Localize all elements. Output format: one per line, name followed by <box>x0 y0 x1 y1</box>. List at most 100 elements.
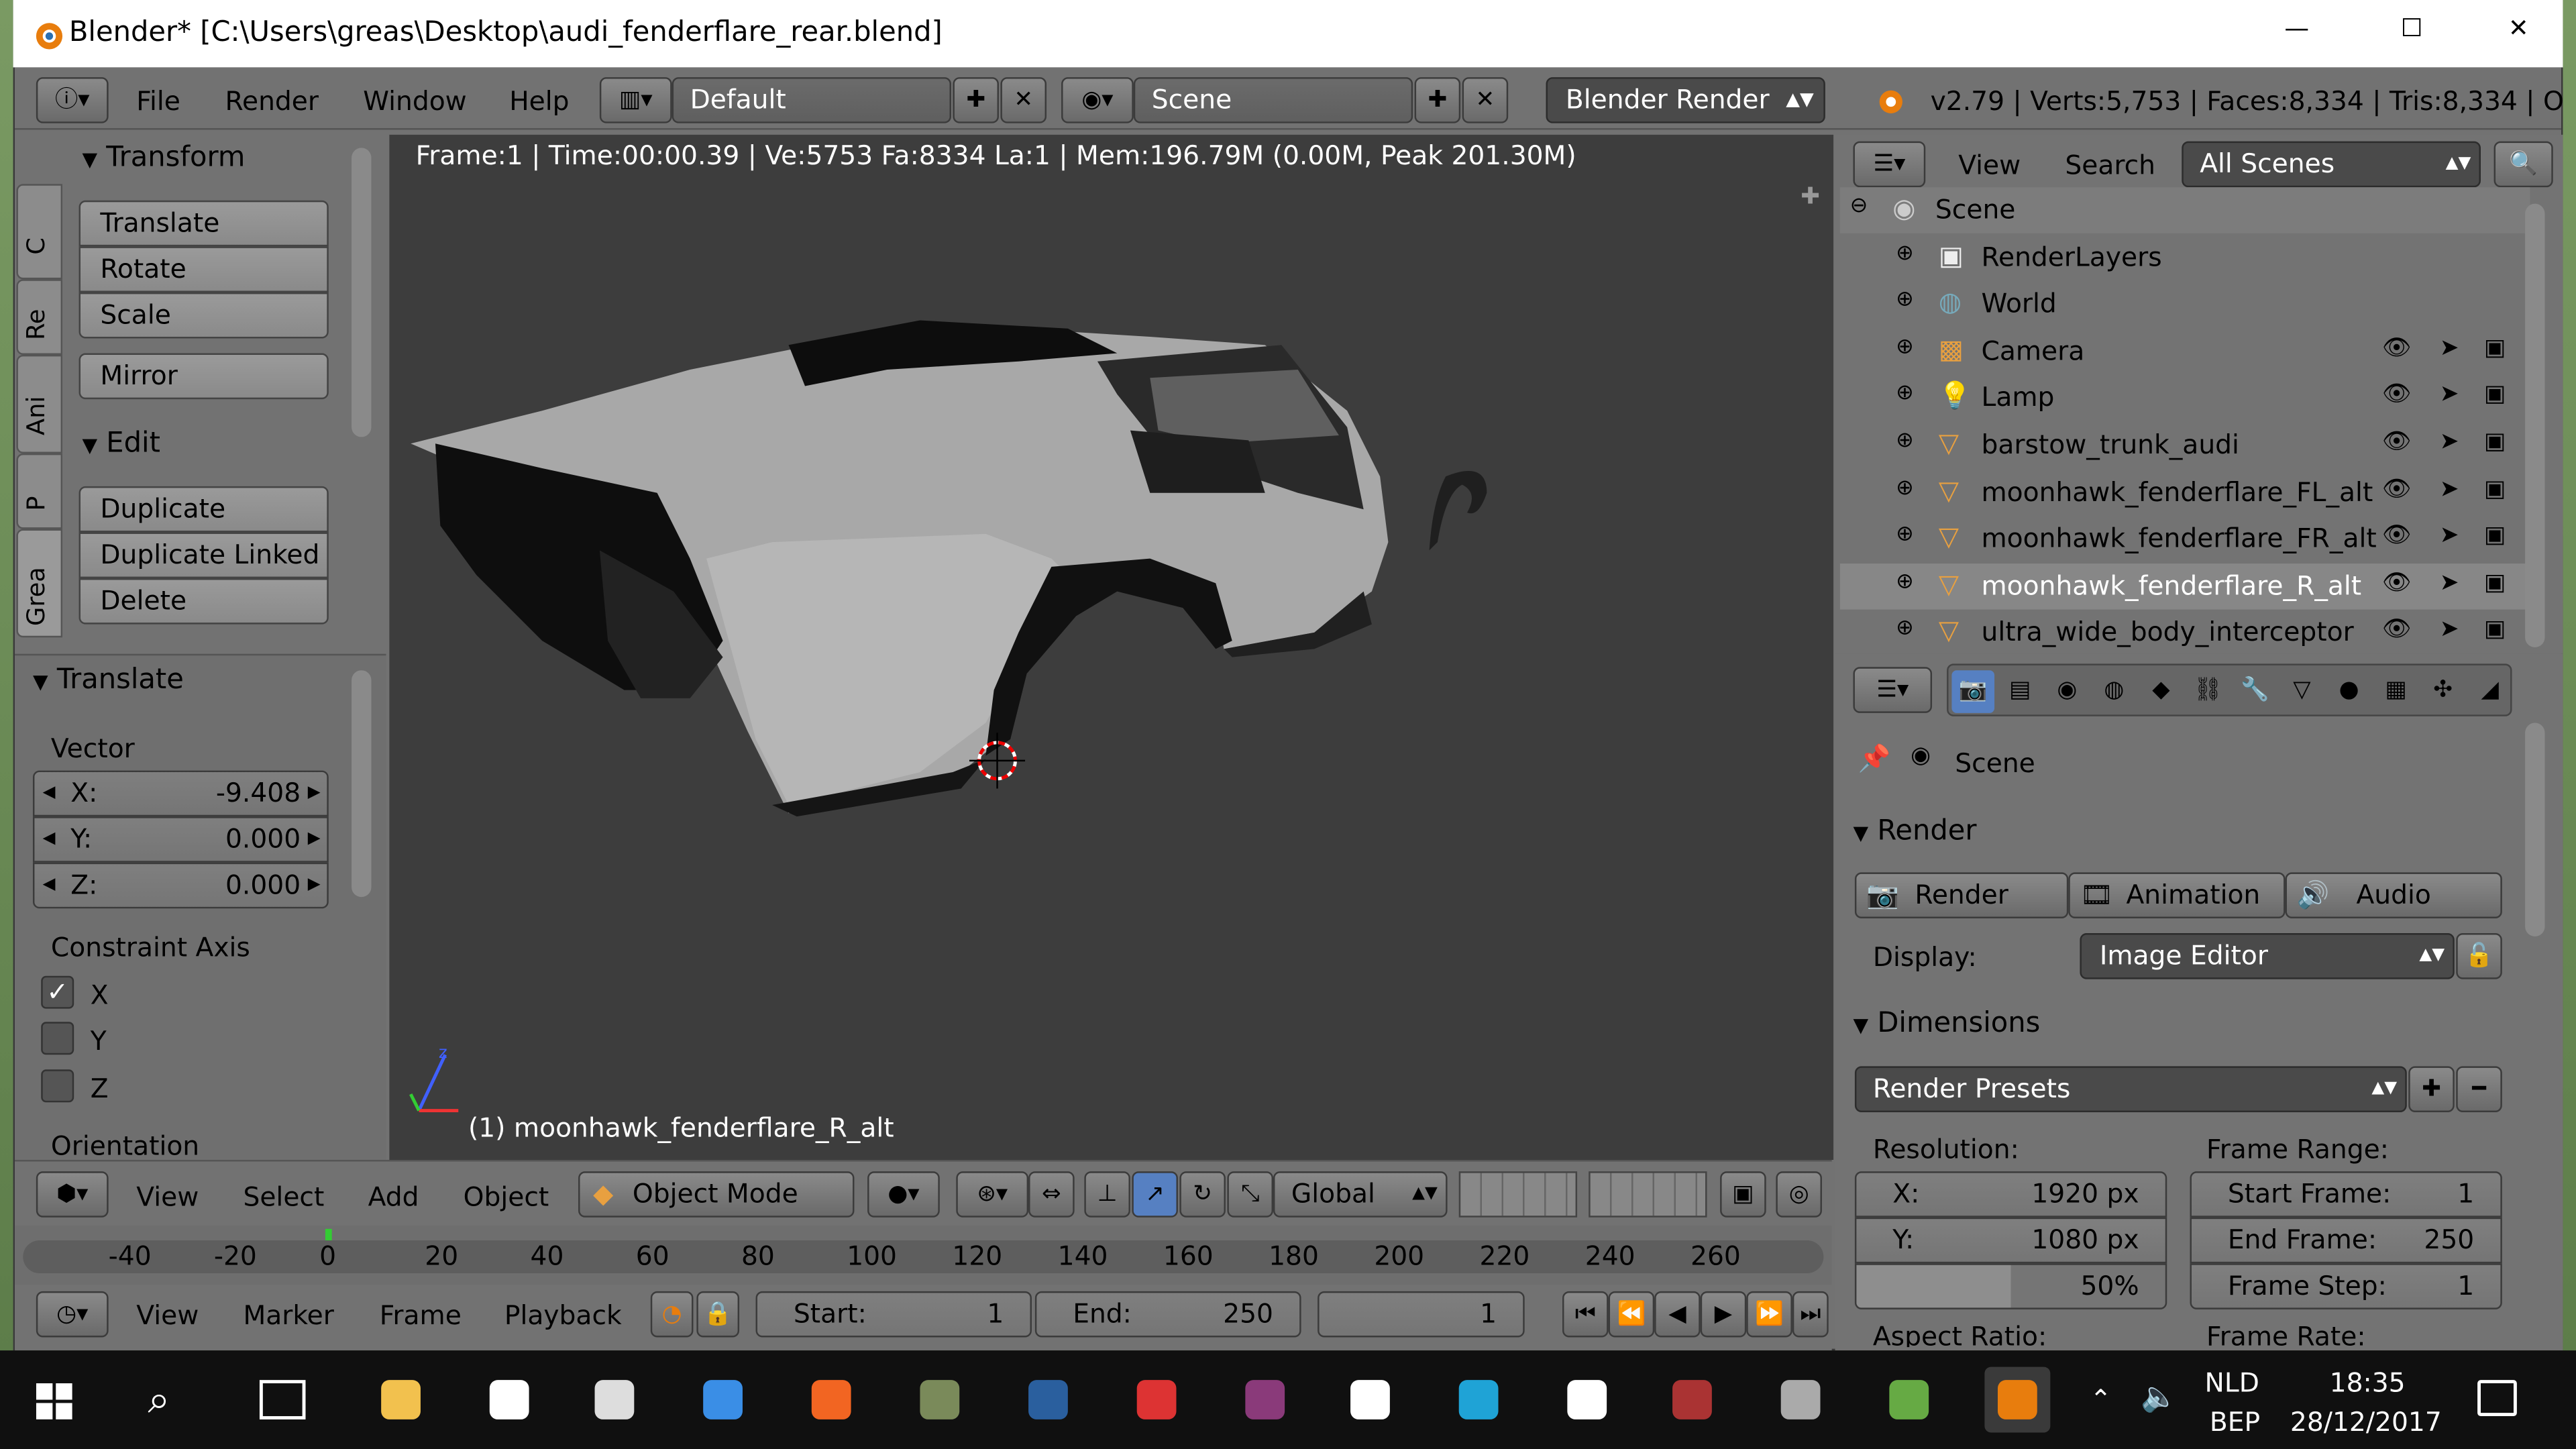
constraint-z-checkbox[interactable] <box>41 1069 74 1103</box>
delete-button[interactable]: Delete <box>78 578 329 625</box>
jump-start-icon[interactable]: ⏮ <box>1562 1291 1609 1338</box>
eye-icon[interactable]: 👁 <box>2382 335 2412 361</box>
start-frame-field[interactable]: Start: 1 <box>755 1291 1032 1338</box>
menu-file[interactable]: File <box>136 85 180 117</box>
info-editor-type-button[interactable]: ⓘ▾ <box>36 77 109 123</box>
pivot-point-icon[interactable]: ⊛▾ <box>956 1171 1029 1218</box>
jump-end-icon[interactable]: ⏭ <box>1792 1291 1829 1338</box>
current-frame-field[interactable]: 1 <box>1318 1291 1525 1338</box>
steam-icon[interactable] <box>1015 1367 1081 1433</box>
render-layers-tab-icon[interactable]: ▤ <box>1998 670 2041 713</box>
outliner-row[interactable]: ⊕ ▽ moonhawk_fenderflare_R_alt 👁 ➤ ▣ <box>1839 563 2530 610</box>
modifiers-tab-icon[interactable]: 🔧 <box>2234 670 2277 713</box>
layer-lock-icon[interactable]: ▣ <box>1720 1171 1766 1218</box>
clock-time[interactable]: 18:35 <box>2330 1367 2406 1399</box>
menu-playback[interactable]: Playback <box>504 1299 622 1331</box>
search-icon[interactable]: ⌕ <box>148 1377 170 1423</box>
expand-toggle-icon[interactable]: ⊖ <box>1850 194 1868 219</box>
screen-layout-field[interactable]: Default <box>672 77 951 123</box>
particles-tab-icon[interactable]: ✣ <box>2422 670 2465 713</box>
tab-relations[interactable]: Re <box>16 279 63 355</box>
resolution-percentage-slider[interactable]: 50% <box>1854 1263 2167 1309</box>
menu-frame[interactable]: Frame <box>380 1299 462 1331</box>
resolution-x-field[interactable]: X: 1920 px <box>1854 1171 2167 1218</box>
expand-toggle-icon[interactable]: ⊕ <box>1896 241 1914 266</box>
object-tab-icon[interactable]: ◆ <box>2140 670 2183 713</box>
select-arrow-icon[interactable]: ➤ <box>2440 476 2459 502</box>
menu-object[interactable]: Object <box>464 1181 549 1213</box>
expand-toggle-icon[interactable]: ⊕ <box>1896 382 1914 407</box>
show-hidden-icons[interactable]: ⌃ <box>2090 1383 2112 1415</box>
scene-field[interactable]: Scene <box>1133 77 1413 123</box>
constraint-x-checkbox[interactable]: ✓ <box>41 975 74 1009</box>
menu-render[interactable]: Render <box>225 85 319 117</box>
origin-icon[interactable] <box>798 1367 864 1433</box>
input-language-variant[interactable]: BEP <box>2210 1406 2260 1438</box>
constraint-y-checkbox[interactable] <box>41 1022 74 1055</box>
corsair-icon[interactable] <box>582 1367 647 1433</box>
eye-icon[interactable]: 👁 <box>2382 523 2412 549</box>
outliner-row[interactable]: ⊖ ◉ Scene <box>1839 187 2530 233</box>
frame-step-property[interactable]: Frame Step: 1 <box>2190 1263 2502 1309</box>
expand-toggle-icon[interactable]: ⊕ <box>1896 570 1914 594</box>
input-language[interactable]: NLD <box>2205 1367 2259 1399</box>
tab-physics[interactable]: P <box>16 453 63 529</box>
transform-widget-icon[interactable]: ⊥ <box>1084 1171 1130 1218</box>
minecraft-icon[interactable] <box>1876 1367 1942 1433</box>
winrar-icon[interactable] <box>1232 1367 1298 1433</box>
menu-help[interactable]: Help <box>509 85 569 117</box>
outliner-row[interactable]: ⊕ ▽ ultra_wide_body_interceptor 👁 ➤ ▣ <box>1840 610 2530 657</box>
layout-icon[interactable]: ▥▾ <box>599 77 672 123</box>
resolution-y-field[interactable]: Y: 1080 px <box>1854 1217 2167 1264</box>
audio-button[interactable]: 🔊 Audio <box>2285 872 2502 918</box>
render-camera-icon[interactable]: ▣ <box>2484 382 2506 408</box>
constraints-tab-icon[interactable]: ⛓ <box>2187 670 2230 713</box>
properties-editor-type-icon[interactable]: ☰▾ <box>1853 667 1933 713</box>
layer-buttons-group-1[interactable] <box>1458 1171 1578 1218</box>
task-view-icon[interactable] <box>259 1380 306 1419</box>
scene-icon[interactable]: ◉▾ <box>1061 77 1134 123</box>
vector-y-field[interactable]: ◀ Y: 0.000 ▶ <box>32 816 329 863</box>
rotate-button[interactable]: Rotate <box>78 246 329 292</box>
expand-toggle-icon[interactable]: ⊕ <box>1896 523 1914 547</box>
layer-buttons-group-2[interactable] <box>1589 1171 1707 1218</box>
action-center-icon[interactable] <box>2477 1380 2517 1417</box>
menu-select[interactable]: Select <box>243 1181 324 1213</box>
outliner-menu-search[interactable]: Search <box>2065 150 2155 181</box>
k-app-icon[interactable] <box>1554 1367 1620 1433</box>
play-icon[interactable]: ▶ <box>1700 1291 1747 1338</box>
eye-icon[interactable]: 👁 <box>2382 382 2412 408</box>
maximize-button[interactable]: ☐ <box>2379 13 2445 43</box>
render-button[interactable]: 📷 Render <box>1854 872 2069 918</box>
scene-tab-icon[interactable]: ◉ <box>2045 670 2088 713</box>
preview-range-icon[interactable]: ◔ <box>650 1291 694 1338</box>
display-dropdown[interactable]: Image Editor ▲▼ <box>2080 933 2455 979</box>
select-arrow-icon[interactable]: ➤ <box>2440 570 2459 596</box>
aorus-icon[interactable] <box>1768 1367 1833 1433</box>
7zip-icon[interactable] <box>1337 1367 1403 1433</box>
menu-view-timeline[interactable]: View <box>136 1299 199 1331</box>
lock-interface-icon[interactable]: 🔓 <box>2456 933 2502 979</box>
select-arrow-icon[interactable]: ➤ <box>2440 429 2459 455</box>
menu-window[interactable]: Window <box>363 85 467 117</box>
vector-x-field[interactable]: ◀ X: -9.408 ▶ <box>32 770 329 817</box>
add-preset-icon[interactable]: ✚ <box>2408 1066 2455 1112</box>
translate-widget-icon[interactable]: ↗ <box>1132 1171 1178 1218</box>
outliner-row[interactable]: ⊕ ▽ barstow_trunk_audi 👁 ➤ ▣ <box>1840 422 2530 468</box>
timeline-editor-type-icon[interactable]: ◷▾ <box>36 1291 109 1338</box>
outliner-row[interactable]: ⊕ ▩ Camera 👁 ➤ ▣ <box>1840 328 2530 374</box>
render-engine-dropdown[interactable]: Blender Render ▲▼ <box>1546 77 1825 123</box>
manipulator-icon[interactable]: ⇔ <box>1028 1171 1075 1218</box>
scale-widget-icon[interactable]: ⤡ <box>1227 1171 1273 1218</box>
blender-icon[interactable] <box>1984 1366 2051 1433</box>
car-body-mesh[interactable] <box>389 135 1833 1160</box>
render-camera-icon[interactable]: ▣ <box>2484 616 2506 643</box>
jump-keyframe-back-icon[interactable]: ⏪ <box>1608 1291 1655 1338</box>
material-tab-icon[interactable]: ● <box>2328 670 2371 713</box>
start-frame-property[interactable]: Start Frame: 1 <box>2190 1171 2502 1218</box>
render-camera-icon[interactable]: ▣ <box>2484 570 2506 596</box>
viewport-shading-icon[interactable]: ●▾ <box>867 1171 940 1218</box>
select-arrow-icon[interactable]: ➤ <box>2440 335 2459 361</box>
minimize-button[interactable]: — <box>2264 13 2330 43</box>
physics-tab-icon[interactable]: ◢ <box>2469 670 2512 713</box>
